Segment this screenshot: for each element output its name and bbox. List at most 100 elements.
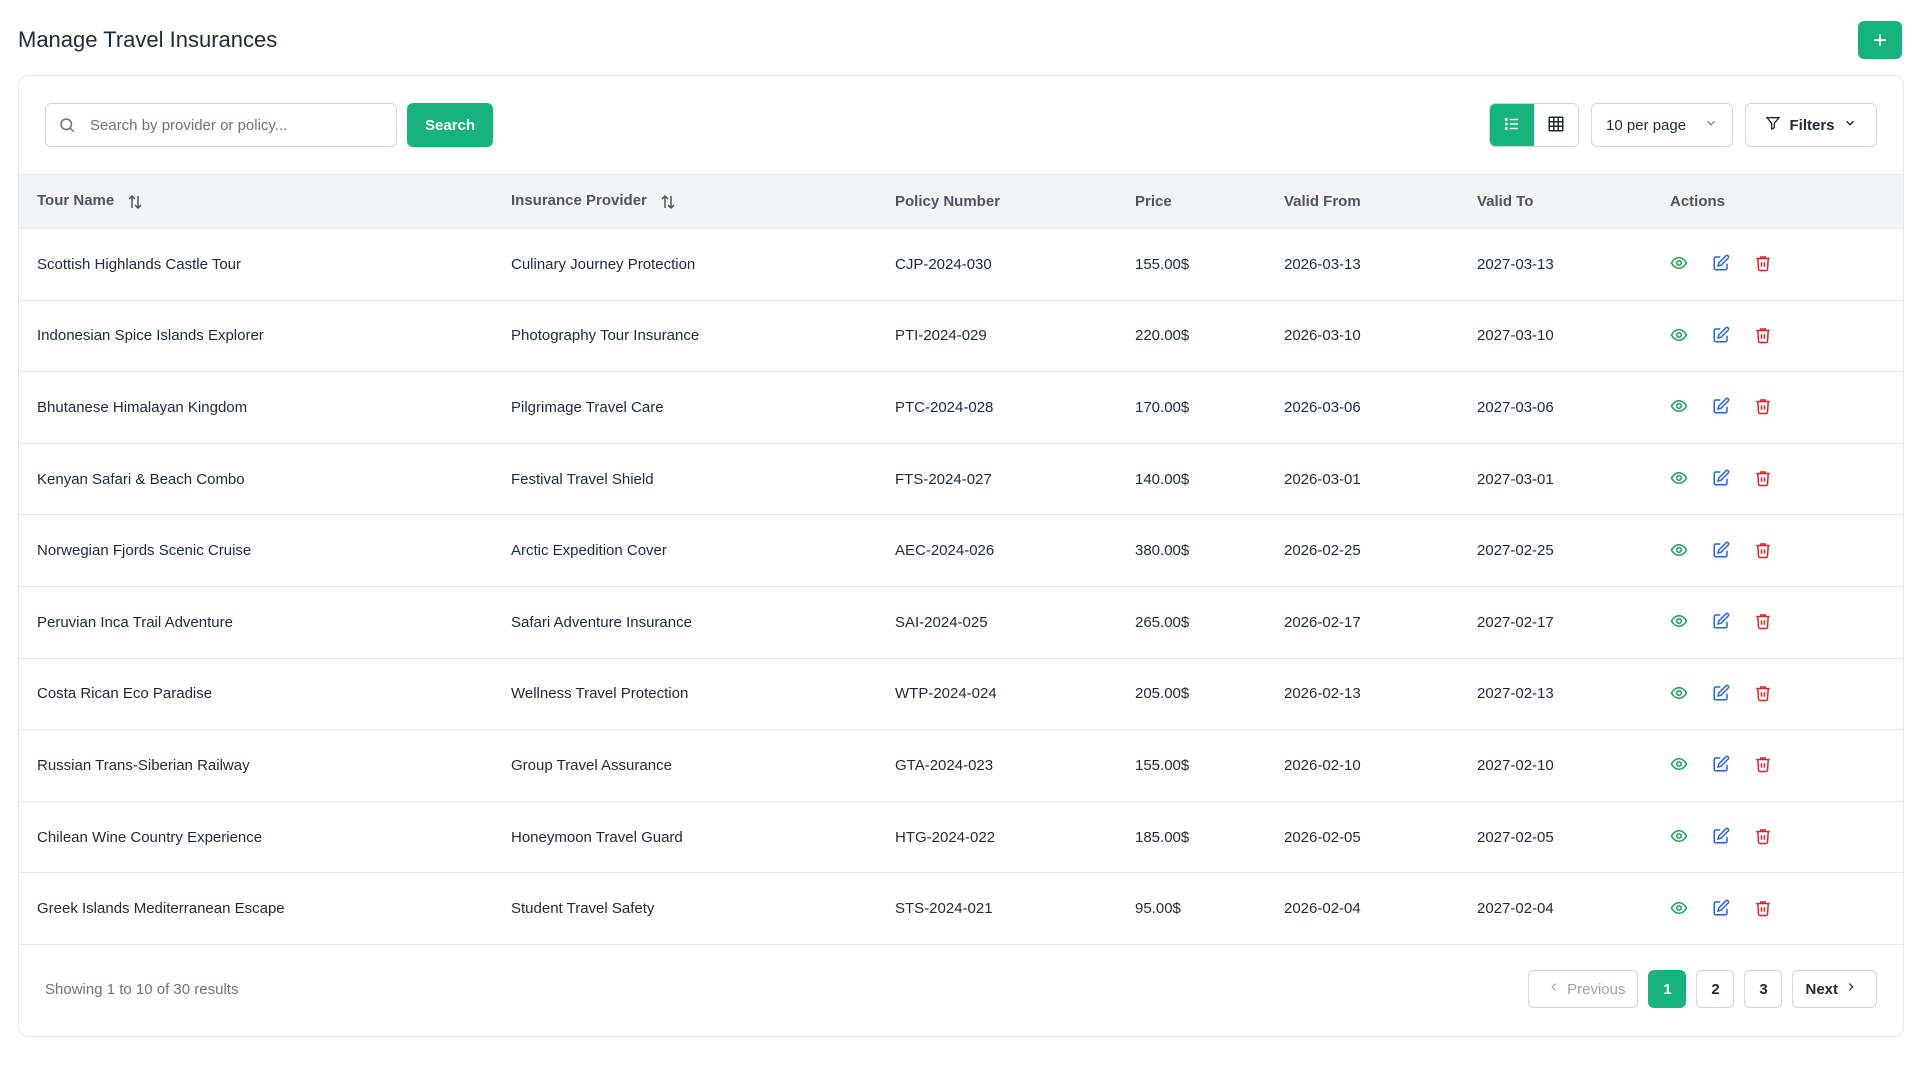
view-eye-icon[interactable] xyxy=(1670,397,1690,417)
insurance-card: Search 10 per page xyxy=(18,75,1904,1037)
valid-from-cell: 2026-02-17 xyxy=(1284,613,1361,631)
edit-icon[interactable] xyxy=(1712,254,1732,274)
edit-icon[interactable] xyxy=(1712,397,1732,417)
column-header-price: Price xyxy=(1117,174,1266,229)
edit-icon[interactable] xyxy=(1712,755,1732,775)
price-cell: 205.00$ xyxy=(1135,685,1190,703)
pagination: Previous 1 2 3 Next xyxy=(1528,970,1877,1008)
tour-name-cell: Peruvian Inca Trail Adventure xyxy=(37,613,233,631)
policy-number-cell: FTS-2024-027 xyxy=(895,470,992,488)
edit-icon[interactable] xyxy=(1712,612,1732,632)
delete-trash-icon[interactable] xyxy=(1754,254,1774,274)
policy-number-cell: PTC-2024-028 xyxy=(895,398,994,416)
search-input[interactable] xyxy=(88,115,384,135)
view-eye-icon[interactable] xyxy=(1670,326,1690,346)
policy-number-cell: STS-2024-021 xyxy=(895,900,993,918)
provider-cell: Student Travel Safety xyxy=(511,900,655,918)
insurance-table: Tour Name Insurance Provider Policy Numb… xyxy=(19,174,1903,945)
policy-number-cell: PTI-2024-029 xyxy=(895,327,987,345)
delete-trash-icon[interactable] xyxy=(1754,469,1774,489)
actions-cell xyxy=(1652,372,1903,444)
valid-to-cell: 2027-02-17 xyxy=(1477,613,1554,631)
price-cell: 155.00$ xyxy=(1135,255,1190,273)
sort-icon[interactable] xyxy=(659,193,677,211)
delete-trash-icon[interactable] xyxy=(1754,397,1774,417)
add-insurance-button[interactable]: + xyxy=(1858,21,1902,59)
policy-number-cell: SAI-2024-025 xyxy=(895,613,988,631)
edit-icon[interactable] xyxy=(1712,469,1732,489)
delete-trash-icon[interactable] xyxy=(1754,827,1774,847)
edit-icon[interactable] xyxy=(1712,684,1732,704)
previous-page-button[interactable]: Previous xyxy=(1528,970,1639,1008)
chevron-left-icon xyxy=(1541,980,1567,998)
plus-icon: + xyxy=(1872,27,1887,54)
search-icon xyxy=(58,116,76,134)
view-eye-icon[interactable] xyxy=(1670,254,1690,274)
next-page-button[interactable]: Next xyxy=(1792,970,1877,1008)
page-button-1[interactable]: 1 xyxy=(1648,970,1687,1008)
per-page-select[interactable]: 10 per page xyxy=(1591,103,1733,147)
tour-name-cell: Russian Trans-Siberian Railway xyxy=(37,756,250,774)
table-footer: Showing 1 to 10 of 30 results Previous 1… xyxy=(19,942,1903,1036)
tour-name-cell: Indonesian Spice Islands Explorer xyxy=(37,327,264,345)
table-row: Costa Rican Eco Paradise Wellness Travel … xyxy=(19,658,1903,730)
grid-view-button[interactable] xyxy=(1534,104,1578,146)
search-group: Search xyxy=(45,103,494,147)
provider-cell: Honeymoon Travel Guard xyxy=(511,828,683,846)
edit-icon[interactable] xyxy=(1712,326,1732,346)
delete-trash-icon[interactable] xyxy=(1754,612,1774,632)
actions-cell xyxy=(1652,443,1903,515)
tour-name-cell: Norwegian Fjords Scenic Cruise xyxy=(37,542,252,560)
edit-icon[interactable] xyxy=(1712,899,1732,919)
page-button-3[interactable]: 3 xyxy=(1744,970,1783,1008)
actions-cell xyxy=(1652,730,1903,802)
valid-to-cell: 2027-02-25 xyxy=(1477,542,1554,560)
provider-cell: Culinary Journey Protection xyxy=(511,255,696,273)
view-eye-icon[interactable] xyxy=(1670,612,1690,632)
column-header-insurance-provider[interactable]: Insurance Provider xyxy=(493,174,877,229)
table-row: Greek Islands Mediterranean Escape Studen… xyxy=(19,873,1903,945)
filters-button[interactable]: Filters xyxy=(1745,103,1877,147)
provider-cell: Festival Travel Shield xyxy=(511,470,654,488)
valid-to-cell: 2027-02-10 xyxy=(1477,756,1554,774)
delete-trash-icon[interactable] xyxy=(1754,899,1774,919)
policy-number-cell: CJP-2024-030 xyxy=(895,255,992,273)
view-eye-icon[interactable] xyxy=(1670,827,1690,847)
delete-trash-icon[interactable] xyxy=(1754,326,1774,346)
view-eye-icon[interactable] xyxy=(1670,469,1690,489)
results-summary: Showing 1 to 10 of 30 results xyxy=(45,980,239,998)
price-cell: 265.00$ xyxy=(1135,613,1190,631)
delete-trash-icon[interactable] xyxy=(1754,541,1774,561)
sort-icon[interactable] xyxy=(126,193,144,211)
delete-trash-icon[interactable] xyxy=(1754,684,1774,704)
page-header: Manage Travel Insurances + xyxy=(18,18,1902,62)
view-eye-icon[interactable] xyxy=(1670,899,1690,919)
page-button-2[interactable]: 2 xyxy=(1696,970,1735,1008)
view-eye-icon[interactable] xyxy=(1670,755,1690,775)
column-header-actions: Actions xyxy=(1652,174,1903,229)
table-row: Peruvian Inca Trail Adventure Safari Adve… xyxy=(19,586,1903,659)
edit-icon[interactable] xyxy=(1712,541,1732,561)
table-header-row: Tour Name Insurance Provider Policy Numb… xyxy=(19,174,1903,229)
provider-cell: Photography Tour Insurance xyxy=(511,327,700,345)
valid-to-cell: 2027-03-13 xyxy=(1477,255,1554,273)
actions-cell xyxy=(1652,515,1903,587)
delete-trash-icon[interactable] xyxy=(1754,755,1774,775)
valid-from-cell: 2026-02-25 xyxy=(1284,542,1361,560)
chevron-down-icon xyxy=(1843,116,1857,134)
valid-from-cell: 2026-02-13 xyxy=(1284,685,1361,703)
search-button[interactable]: Search xyxy=(407,103,494,147)
actions-cell xyxy=(1652,300,1903,372)
chevron-right-icon xyxy=(1838,980,1864,998)
valid-to-cell: 2027-03-01 xyxy=(1477,470,1554,488)
list-view-button[interactable] xyxy=(1490,104,1534,146)
valid-from-cell: 2026-02-10 xyxy=(1284,756,1361,774)
table-row: Russian Trans-Siberian Railway Group Trav… xyxy=(19,730,1903,802)
view-eye-icon[interactable] xyxy=(1670,541,1690,561)
valid-to-cell: 2027-02-13 xyxy=(1477,685,1554,703)
column-header-tour-name[interactable]: Tour Name xyxy=(19,174,493,229)
edit-icon[interactable] xyxy=(1712,827,1732,847)
price-cell: 220.00$ xyxy=(1135,327,1190,345)
view-eye-icon[interactable] xyxy=(1670,684,1690,704)
search-box[interactable] xyxy=(45,103,397,147)
